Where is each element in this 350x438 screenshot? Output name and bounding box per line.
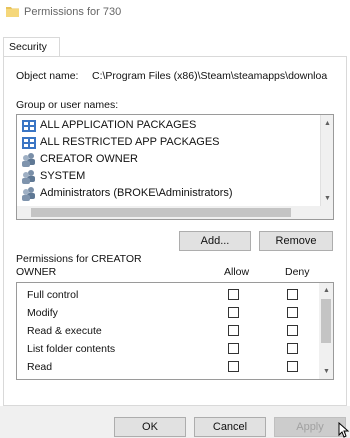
group-name: SYSTEM — [40, 170, 86, 182]
permissions-label-line2: OWNER — [16, 266, 57, 278]
group-list[interactable]: ALL APPLICATION PACKAGES ALL RESTRICTED … — [16, 114, 334, 220]
package-group-icon — [22, 120, 36, 132]
cancel-button[interactable]: Cancel — [194, 417, 266, 437]
tab-security[interactable]: Security — [3, 37, 60, 57]
permissions-list: Full control Modify Read & execute List … — [16, 282, 334, 380]
permissions-scroll-thumb[interactable] — [321, 299, 331, 343]
scroll-down-icon[interactable]: ▼ — [323, 194, 332, 203]
scroll-down-icon[interactable]: ▼ — [322, 367, 331, 376]
hscroll-thumb[interactable] — [31, 208, 291, 217]
tab-label: Security — [9, 41, 47, 53]
remove-button[interactable]: Remove — [259, 231, 333, 251]
folder-icon — [6, 7, 19, 17]
allow-checkbox[interactable] — [228, 289, 239, 300]
apply-button[interactable]: Apply — [274, 417, 346, 437]
permission-row: List folder contents — [17, 340, 319, 358]
group-list-hscrollbar[interactable] — [17, 206, 322, 219]
users-icon — [22, 170, 35, 184]
allow-checkbox[interactable] — [228, 307, 239, 318]
permissions-scrollbar[interactable]: ▲ ▼ — [319, 283, 333, 379]
allow-checkbox[interactable] — [228, 343, 239, 354]
group-name: ALL APPLICATION PACKAGES — [40, 119, 197, 131]
deny-checkbox[interactable] — [287, 307, 298, 318]
add-button[interactable]: Add... — [179, 231, 251, 251]
permission-row: Full control — [17, 286, 319, 304]
permission-row: Read & execute — [17, 322, 319, 340]
permission-name: Read & execute — [27, 325, 102, 337]
deny-checkbox[interactable] — [287, 289, 298, 300]
permission-name: List folder contents — [27, 343, 116, 355]
deny-checkbox[interactable] — [287, 325, 298, 336]
permissions-label-line1: Permissions for CREATOR — [16, 253, 142, 265]
window-title: Permissions for 730 — [24, 6, 122, 18]
package-group-icon — [22, 137, 36, 149]
allow-checkbox[interactable] — [228, 325, 239, 336]
group-names-label: Group or user names: — [16, 99, 119, 111]
users-icon — [22, 153, 35, 167]
users-icon — [22, 187, 35, 201]
object-name-label: Object name: — [16, 70, 79, 82]
group-list-scrollbar[interactable]: ▲ ▼ — [320, 115, 333, 219]
scroll-up-icon[interactable]: ▲ — [323, 119, 332, 128]
deny-checkbox[interactable] — [287, 361, 298, 372]
scroll-up-icon[interactable]: ▲ — [322, 286, 331, 295]
allow-checkbox[interactable] — [228, 361, 239, 372]
permission-row: Modify — [17, 304, 319, 322]
title-bar: Permissions for 730 — [0, 0, 350, 26]
allow-header: Allow — [224, 266, 250, 278]
permission-name: Modify — [27, 307, 58, 319]
group-name: ALL RESTRICTED APP PACKAGES — [40, 136, 220, 148]
permission-name: Read — [27, 361, 53, 373]
object-name-value: C:\Program Files (x86)\Steam\steamapps\d… — [92, 70, 328, 82]
permission-name: Full control — [27, 289, 79, 301]
deny-checkbox[interactable] — [287, 343, 298, 354]
deny-header: Deny — [285, 266, 310, 278]
group-name: Administrators (BROKE\Administrators) — [40, 187, 233, 199]
ok-button[interactable]: OK — [114, 417, 186, 437]
group-name: CREATOR OWNER — [40, 153, 138, 165]
mouse-cursor-icon — [338, 422, 350, 438]
permission-row: Read — [17, 358, 319, 376]
